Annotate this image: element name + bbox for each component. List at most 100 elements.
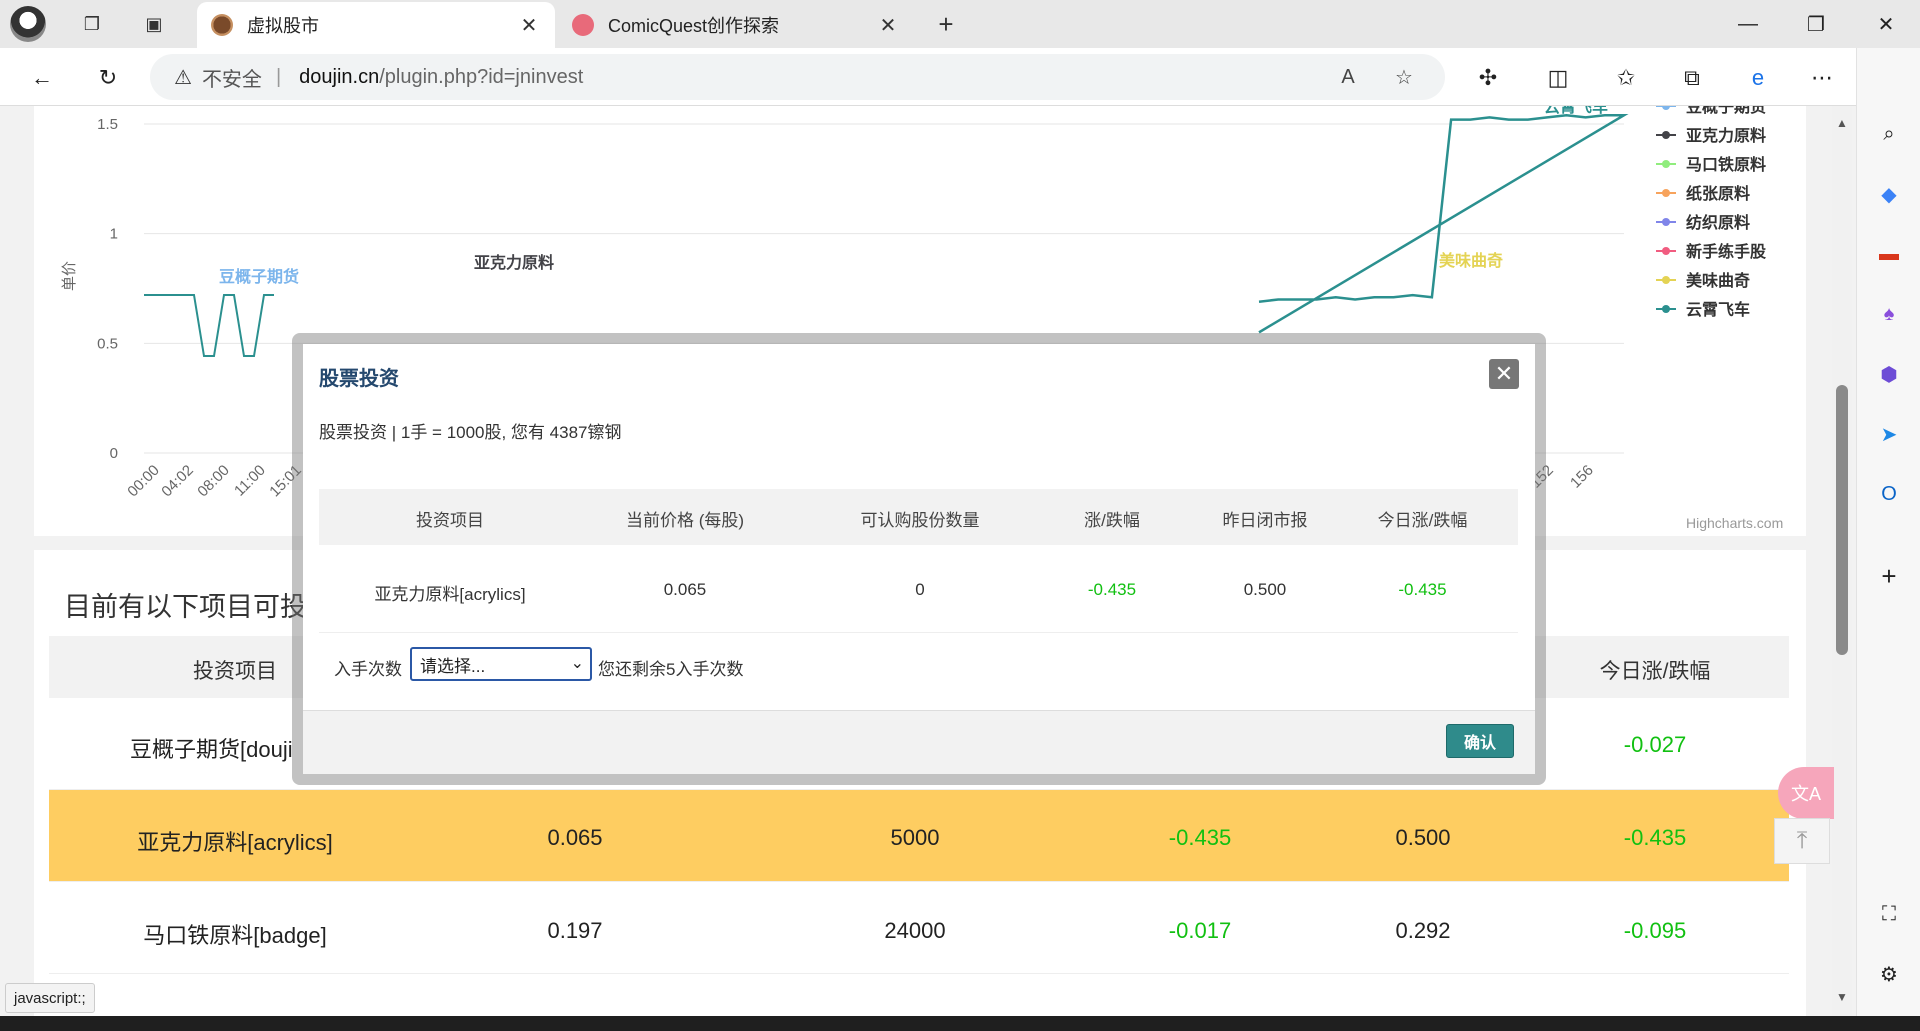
- favorites-icon[interactable]: ✩: [1608, 60, 1644, 96]
- warning-icon[interactable]: ⚠: [174, 65, 192, 90]
- confirm-button[interactable]: 确认: [1446, 724, 1514, 758]
- cell-project: 亚克力原料[acrylics]: [137, 830, 333, 855]
- collections-icon[interactable]: ⧉: [1674, 60, 1710, 96]
- tab-strip: ❐ ▣ 虚拟股市 ✕ ComicQuest创作探索 ✕ + — ❐ ✕: [0, 0, 1920, 48]
- tag-icon[interactable]: ◆: [1873, 178, 1905, 210]
- dialog-close-button[interactable]: ✕: [1489, 359, 1519, 389]
- screenshot-icon[interactable]: ⛶: [1873, 898, 1905, 930]
- close-window-icon[interactable]: ✕: [1866, 8, 1906, 40]
- col-header-today-change: 今日涨/跌幅: [1599, 660, 1711, 683]
- lots-select[interactable]: 请选择... ⌄: [410, 647, 592, 681]
- cell-prev-close: 0.500: [1395, 825, 1451, 850]
- scrollbar-thumb[interactable]: [1836, 385, 1848, 655]
- navigation-bar: ← ↻ ⚠ 不安全 | doujin.cn/plugin.php?id=jnin…: [0, 48, 1920, 106]
- tab-stock-market[interactable]: 虚拟股市 ✕: [197, 2, 555, 48]
- legend-item: 纺织原料: [1686, 213, 1750, 232]
- settings-gear-icon[interactable]: ⚙: [1873, 958, 1905, 990]
- tab-title: ComicQuest创作探索: [608, 16, 780, 36]
- y-tick-label: 1: [110, 226, 118, 243]
- x-tick-label: 00:00: [124, 462, 163, 501]
- favorite-star-icon[interactable]: ☆: [1389, 62, 1419, 92]
- y-axis-title: 单价: [60, 261, 78, 291]
- read-aloud-icon[interactable]: A: [1333, 62, 1363, 92]
- series-data-label: 亚克力原料: [474, 253, 554, 272]
- legend-item: 新手练手股: [1686, 242, 1767, 261]
- cell-today-change: -0.435: [1623, 825, 1687, 850]
- dialog-row-divider: [319, 632, 1518, 633]
- address-bar[interactable]: ⚠ 不安全 | doujin.cn/plugin.php?id=jninvest…: [150, 54, 1445, 100]
- legend-item: 美味曲奇: [1686, 271, 1750, 290]
- add-sidebar-icon[interactable]: +: [1873, 560, 1905, 592]
- more-menu-icon[interactable]: ⋯: [1804, 60, 1840, 96]
- cell-today-change: -0.095: [1623, 918, 1687, 943]
- tab-comicquest[interactable]: ComicQuest创作探索 ✕: [558, 2, 914, 48]
- legend-marker-dot: [1662, 276, 1670, 284]
- workspaces-icon[interactable]: ❐: [76, 8, 108, 40]
- cell-quantity: 24000: [884, 918, 946, 943]
- games-icon[interactable]: ♠: [1873, 298, 1905, 330]
- legend-marker-dot: [1662, 305, 1670, 313]
- os-taskbar: [0, 1016, 1920, 1031]
- tab-actions-icon[interactable]: ▣: [138, 8, 170, 40]
- edge-icon[interactable]: e: [1740, 60, 1776, 96]
- tab-title: 虚拟股市: [247, 16, 319, 36]
- cell-prev-close: 0.292: [1395, 918, 1451, 943]
- dialog-cell-today-change: -0.435: [1398, 580, 1447, 599]
- series-data-label: 云霄飞车: [1544, 106, 1608, 116]
- cell-quantity: 5000: [890, 825, 940, 850]
- microsoft365-icon[interactable]: ⬢: [1873, 358, 1905, 390]
- chevron-down-icon: ⌄: [570, 655, 584, 672]
- edge-sidebar: ⌕ ◆ ▬ ♠ ⬢ ➤ O + ⛶ ⚙: [1856, 48, 1920, 1031]
- search-icon[interactable]: ⌕: [1873, 118, 1905, 150]
- dialog-cell-project: 亚克力原料[acrylics]: [374, 585, 526, 604]
- minimize-icon[interactable]: —: [1728, 8, 1768, 40]
- legend-marker-dot: [1662, 160, 1670, 168]
- new-tab-button[interactable]: +: [930, 8, 962, 40]
- series-data-label: 美味曲奇: [1439, 251, 1503, 270]
- dialog-col-prev-close: 昨日闭市报: [1222, 511, 1308, 530]
- series-data-label: 豆概子期货: [219, 267, 299, 286]
- dialog-col-change: 涨/跌幅: [1084, 511, 1140, 530]
- back-to-top-button[interactable]: ⤒: [1774, 818, 1830, 864]
- cell-price: 0.065: [547, 825, 603, 850]
- lots-label: 入手次数: [334, 660, 402, 679]
- dialog-cell-prev-close: 0.500: [1243, 580, 1287, 599]
- restore-icon[interactable]: ❐: [1796, 8, 1836, 40]
- dialog-col-quantity: 可认购股份数量: [860, 511, 980, 530]
- back-icon[interactable]: ←: [24, 60, 60, 96]
- profile-avatar[interactable]: [10, 6, 46, 42]
- series-line-yunxiao: [1258, 113, 1629, 334]
- cell-change: -0.435: [1168, 825, 1232, 850]
- x-tick-label: 04:02: [158, 462, 197, 501]
- translate-button[interactable]: 文A: [1778, 767, 1834, 819]
- highcharts-credit[interactable]: Highcharts.com: [1686, 515, 1783, 531]
- refresh-icon[interactable]: ↻: [90, 60, 126, 96]
- legend-marker-dot: [1662, 218, 1670, 226]
- legend-item: 亚克力原料: [1686, 126, 1766, 145]
- url-path: /plugin.php?id=jninvest: [379, 65, 584, 88]
- send-icon[interactable]: ➤: [1873, 418, 1905, 450]
- dialog-footer: [303, 710, 1535, 774]
- dialog-col-price: 当前价格 (每股): [625, 511, 745, 530]
- cell-price: 0.197: [547, 918, 603, 943]
- y-tick-label: 0: [110, 445, 118, 462]
- security-label[interactable]: 不安全: [202, 63, 262, 92]
- dialog-title: 股票投资: [319, 368, 399, 390]
- outlook-icon[interactable]: O: [1873, 478, 1905, 510]
- comicquest-favicon-icon: [572, 14, 594, 36]
- x-tick-label: 11:00: [231, 462, 269, 500]
- close-tab-icon[interactable]: ✕: [517, 13, 541, 38]
- toolbox-icon[interactable]: ▬: [1873, 238, 1905, 270]
- address-divider: |: [275, 65, 282, 88]
- split-screen-icon[interactable]: ◫: [1540, 60, 1576, 96]
- scroll-down-icon[interactable]: ▼: [1834, 990, 1850, 1004]
- scroll-up-icon[interactable]: ▲: [1834, 116, 1850, 130]
- legend-marker-dot: [1662, 247, 1670, 255]
- close-tab-icon[interactable]: ✕: [876, 13, 900, 38]
- legend-marker-dot: [1662, 131, 1670, 139]
- extensions-icon[interactable]: ✣: [1470, 60, 1506, 96]
- dialog-col-project: 投资项目: [416, 511, 484, 530]
- legend-marker-dot: [1662, 189, 1670, 197]
- cell-project: 马口铁原料[badge]: [143, 923, 327, 948]
- legend-item: 云霄飞车: [1686, 300, 1750, 319]
